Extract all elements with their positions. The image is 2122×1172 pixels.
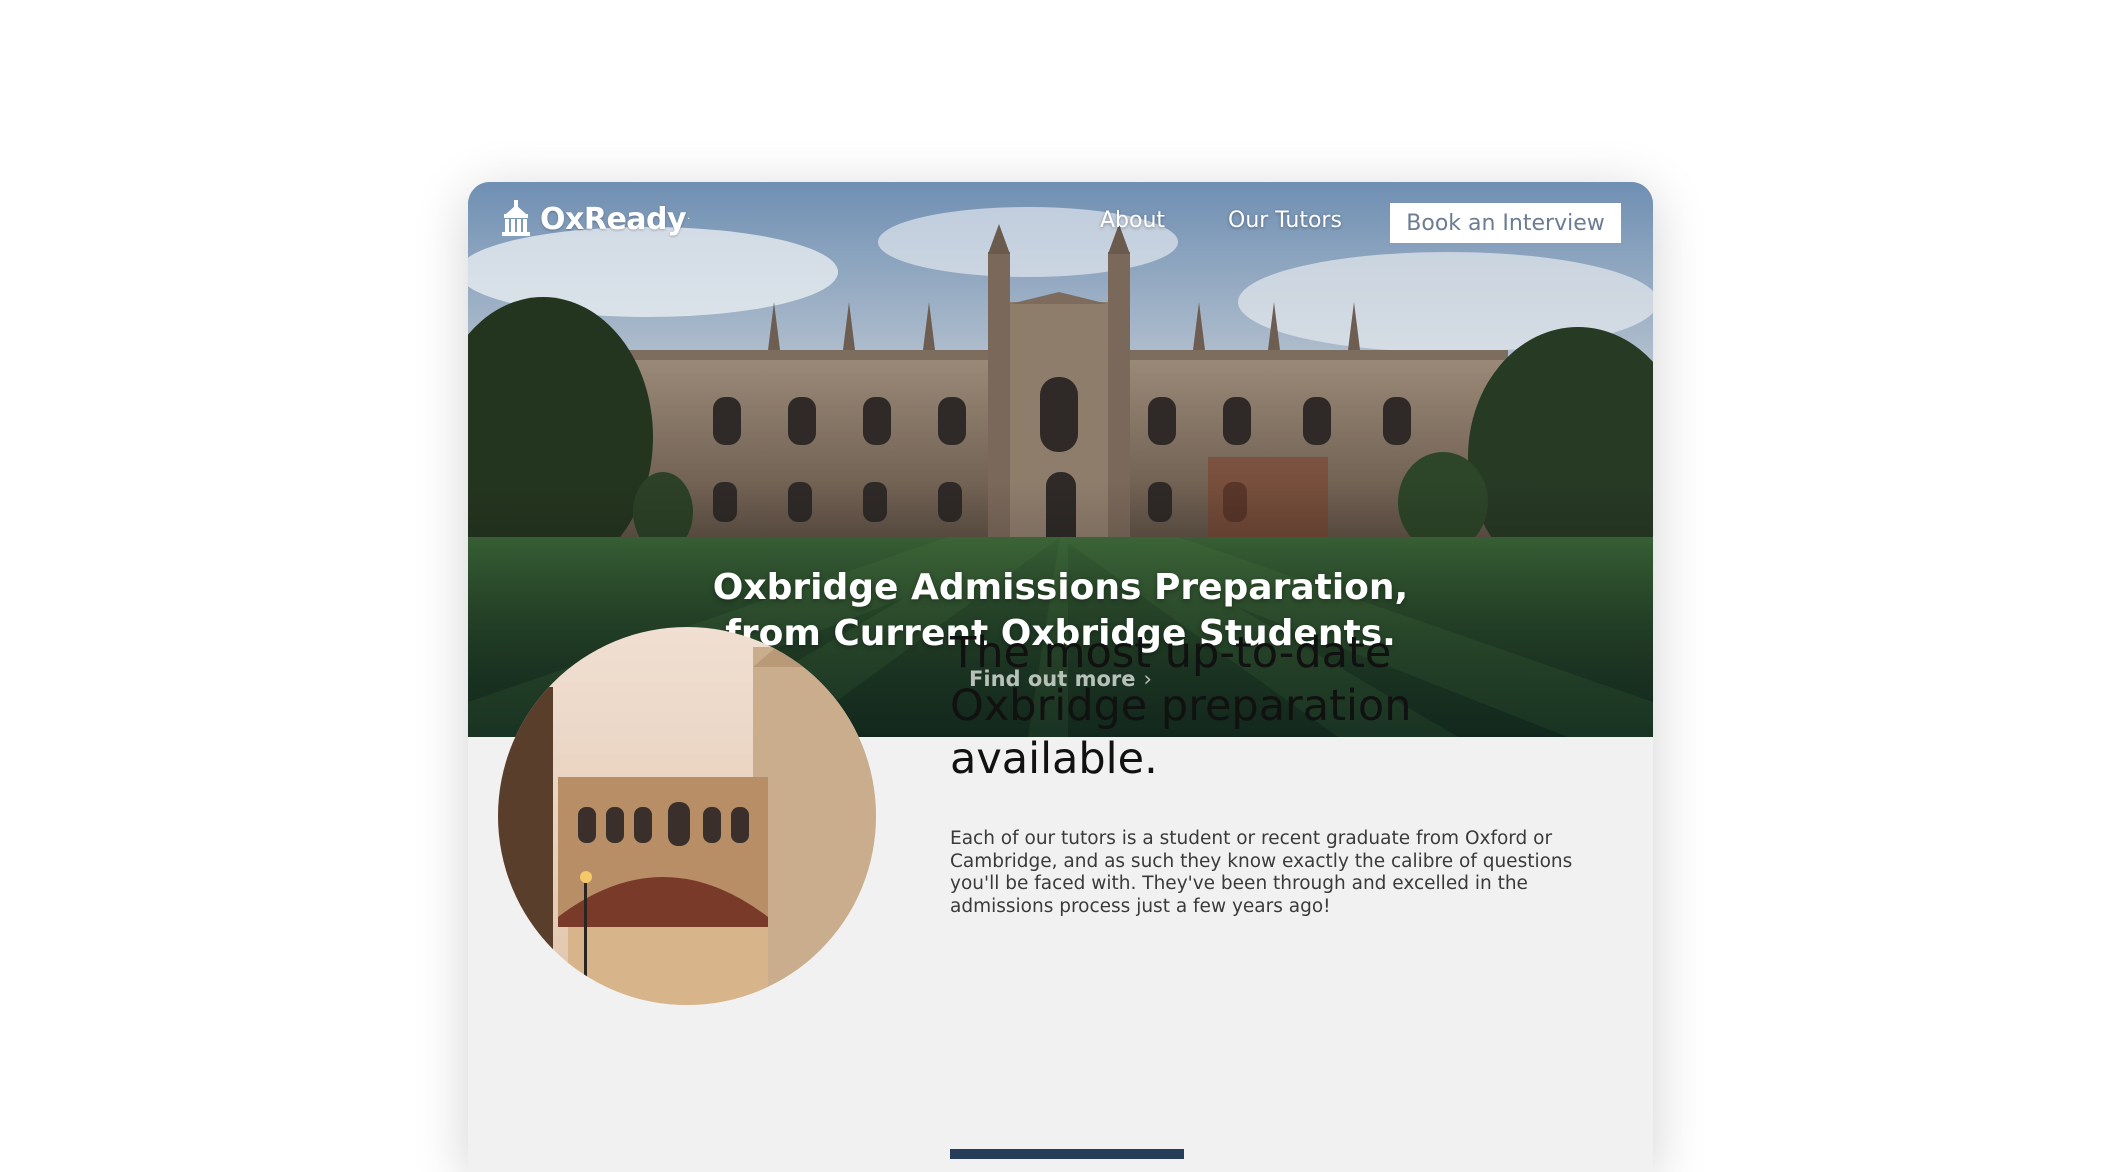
feature-description: Each of our tutors is a student or recen… [950,828,1573,917]
brand-name: OxReady [540,201,687,237]
bridge-of-sighs-photo [498,627,876,1005]
feature-title: The most up-to-date Oxbridge preparation… [950,627,1570,786]
feature-action-button[interactable] [950,1149,1184,1159]
book-interview-button[interactable]: Book an Interview [1390,203,1621,243]
college-building-icon [500,200,532,238]
feature-title-line-3: available. [950,734,1158,784]
brand-logo[interactable]: OxReady · [500,200,690,238]
top-navigation: OxReady · About Our Tutors Book an Inter… [468,182,1653,262]
brand-trademark: · [687,213,691,225]
landing-page-card: OxReady · About Our Tutors Book an Inter… [468,182,1653,1172]
nav-our-tutors-link[interactable]: Our Tutors [1228,208,1342,233]
hero-title-line-1: Oxbridge Admissions Preparation, [712,567,1409,608]
feature-title-line-2: Oxbridge preparation [950,681,1412,731]
feature-title-line-1: The most up-to-date [950,628,1392,678]
nav-about-link[interactable]: About [1100,208,1165,233]
